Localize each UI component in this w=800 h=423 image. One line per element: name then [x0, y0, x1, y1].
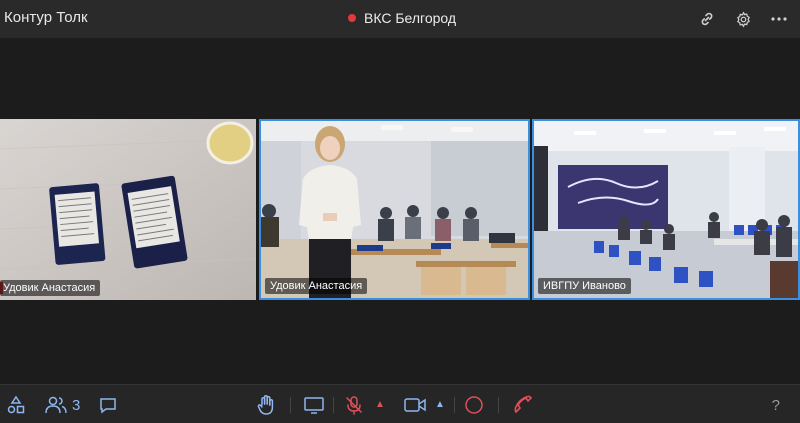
camera-options-chevron-icon[interactable]: ▲ — [435, 399, 445, 410]
video-feed-documents — [0, 119, 256, 300]
participants-icon — [44, 395, 68, 415]
video-tile[interactable]: Удовик Анастасия — [0, 119, 256, 300]
meeting-title-group: ВКС Белгород — [348, 10, 456, 26]
divider — [290, 397, 291, 413]
app-title: Контур Толк — [4, 9, 88, 26]
microphone-options-chevron-icon[interactable]: ▲ — [375, 399, 385, 410]
link-icon[interactable] — [696, 8, 718, 30]
video-tile[interactable]: ИВГПУ Иваново — [532, 119, 800, 300]
gear-icon[interactable] — [732, 8, 754, 30]
divider — [498, 397, 499, 413]
video-feed-classroom — [261, 121, 528, 298]
record-icon[interactable] — [464, 394, 484, 416]
camera-icon[interactable] — [403, 394, 427, 416]
shapes-icon[interactable] — [6, 394, 26, 416]
help-button[interactable]: ? — [772, 397, 780, 414]
divider — [333, 397, 334, 413]
hangup-icon[interactable] — [512, 394, 534, 416]
participant-name-tag: Удовик Анастасия — [0, 280, 101, 296]
participants-button[interactable]: 3 — [44, 394, 80, 416]
participants-count: 3 — [72, 396, 81, 414]
divider — [454, 397, 455, 413]
more-icon[interactable] — [768, 8, 790, 30]
control-bar: 3 ▲ ▲ ? — [0, 384, 800, 423]
participant-name-tag: Удовик Анастасия — [265, 278, 368, 294]
top-actions — [696, 8, 790, 30]
video-stage: Удовик Анастасия Удовик Анастасия ИВГПУ … — [0, 38, 800, 384]
meeting-title: ВКС Белгород — [364, 10, 457, 26]
video-feed-conference-hall — [534, 121, 798, 298]
video-tile-active[interactable]: Удовик Анастасия — [259, 119, 530, 300]
participant-name-tag: ИВГПУ Иваново — [538, 278, 631, 294]
screen-share-icon[interactable] — [303, 394, 325, 416]
microphone-muted-icon[interactable] — [344, 394, 364, 416]
top-bar: Контур Толк ВКС Белгород — [0, 0, 800, 38]
recording-dot-icon — [348, 14, 356, 22]
raise-hand-icon[interactable] — [256, 394, 276, 416]
chat-icon[interactable] — [98, 394, 118, 416]
